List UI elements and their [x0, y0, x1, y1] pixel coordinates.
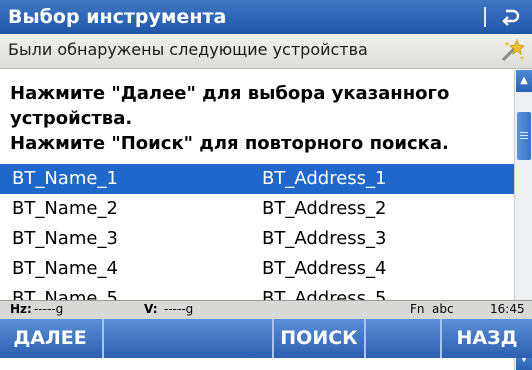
softkey-f2-empty[interactable]: [104, 319, 204, 358]
clock: 16:45: [490, 302, 525, 316]
page-title: Выбор инструмента: [8, 6, 227, 28]
device-row[interactable]: BT_Name_5 BT_Address_5: [0, 284, 514, 300]
instruction-line-3: Нажмите "Поиск" для повторного поиска.: [10, 133, 449, 154]
title-divider: [484, 7, 486, 27]
device-name: BT_Name_3: [12, 228, 118, 249]
instruction-line-2: устройства.: [10, 108, 133, 129]
back-button[interactable]: НАЗД: [442, 319, 532, 358]
softkey-f5-empty[interactable]: [366, 319, 438, 358]
device-row[interactable]: BT_Name_3 BT_Address_3: [0, 224, 514, 254]
next-button[interactable]: ДАЛЕЕ: [0, 319, 100, 358]
input-mode: abc: [432, 302, 454, 316]
scroll-up-arrow-icon[interactable]: ▲: [516, 70, 532, 92]
status-bar: Hz: -----g V: -----g Fn abc 16:45: [0, 300, 532, 319]
subtitle-text: Были обнаружены следующие устройства: [8, 40, 368, 59]
device-name: BT_Name_1: [12, 168, 118, 189]
device-address: BT_Address_3: [262, 228, 387, 249]
v-label: V:: [144, 302, 158, 316]
magic-wand-icon: [497, 38, 525, 64]
device-name: BT_Name_5: [12, 288, 118, 300]
device-name: BT_Name_2: [12, 198, 118, 219]
title-bar: Выбор инструмента: [0, 0, 532, 34]
v-value: -----g: [164, 302, 194, 316]
subtitle-bar: Были обнаружены следующие устройства: [0, 34, 532, 69]
device-row[interactable]: BT_Name_4 BT_Address_4: [0, 254, 514, 284]
hz-label: Hz:: [10, 302, 32, 316]
instruction-line-1: Нажмите "Далее" для выбора указанного: [10, 83, 450, 104]
device-address: BT_Address_1: [262, 168, 387, 189]
search-button[interactable]: ПОИСК: [274, 319, 364, 358]
device-name: BT_Name_4: [12, 258, 118, 279]
device-address: BT_Address_5: [262, 288, 387, 300]
back-arrow-icon[interactable]: [494, 2, 528, 32]
hz-value: -----g: [34, 302, 64, 316]
fn-indicator: Fn: [410, 302, 425, 316]
scroll-thumb[interactable]: [517, 112, 531, 160]
device-address: BT_Address_2: [262, 198, 387, 219]
device-address: BT_Address_4: [262, 258, 387, 279]
device-row[interactable]: BT_Name_1 BT_Address_1: [0, 164, 514, 194]
device-row[interactable]: BT_Name_2 BT_Address_2: [0, 194, 514, 224]
